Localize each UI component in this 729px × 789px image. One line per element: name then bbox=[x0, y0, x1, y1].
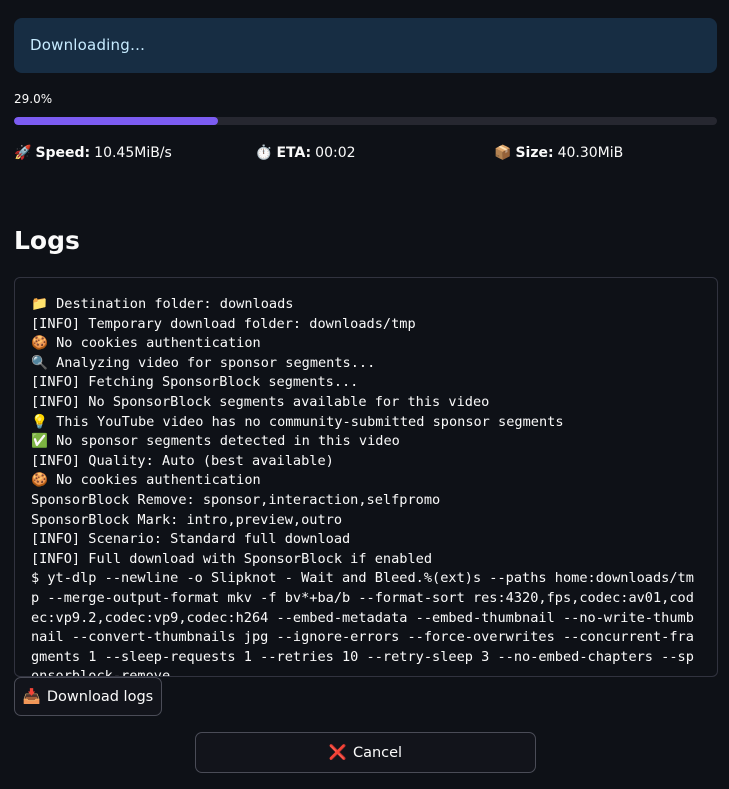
metric-size: 📦 Size: 40.30MiB bbox=[494, 145, 623, 161]
inbox-tray-icon: 📥 bbox=[22, 689, 41, 705]
metric-size-value: 40.30MiB bbox=[557, 145, 624, 161]
progress-bar-fill bbox=[14, 117, 218, 125]
download-logs-button[interactable]: 📥 Download logs bbox=[14, 677, 162, 716]
status-message: Downloading… bbox=[30, 36, 146, 54]
cross-mark-icon: ❌ bbox=[328, 745, 347, 761]
status-info-box: Downloading… bbox=[14, 18, 717, 73]
logs-heading: Logs bbox=[14, 226, 80, 255]
metric-size-label: Size: bbox=[515, 145, 554, 161]
download-page: Downloading… 29.0% 🚀 Speed: 10.45MiB/s ⏱️ E… bbox=[0, 0, 729, 789]
progress-percent: 29.0% bbox=[14, 92, 53, 106]
package-icon: 📦 bbox=[494, 145, 512, 161]
metric-eta-label: ETA: bbox=[276, 145, 312, 161]
metric-speed-value: 10.45MiB/s bbox=[94, 145, 172, 161]
metric-speed: 🚀 Speed: 10.45MiB/s bbox=[14, 145, 172, 161]
cancel-label: Cancel bbox=[352, 744, 403, 761]
metric-speed-label: Speed: bbox=[35, 145, 91, 161]
rocket-icon: 🚀 bbox=[14, 145, 32, 161]
cancel-button[interactable]: ❌ Cancel bbox=[195, 732, 536, 773]
stopwatch-icon: ⏱️ bbox=[255, 145, 273, 161]
download-logs-label: Download logs bbox=[46, 688, 154, 705]
progress-bar bbox=[14, 117, 717, 125]
log-text: 📁 Destination folder: downloads [INFO] T… bbox=[31, 296, 694, 677]
log-viewer[interactable]: 📁 Destination folder: downloads [INFO] T… bbox=[14, 277, 718, 677]
metric-eta-value: 00:02 bbox=[315, 145, 356, 161]
metric-eta: ⏱️ ETA: 00:02 bbox=[255, 145, 356, 161]
